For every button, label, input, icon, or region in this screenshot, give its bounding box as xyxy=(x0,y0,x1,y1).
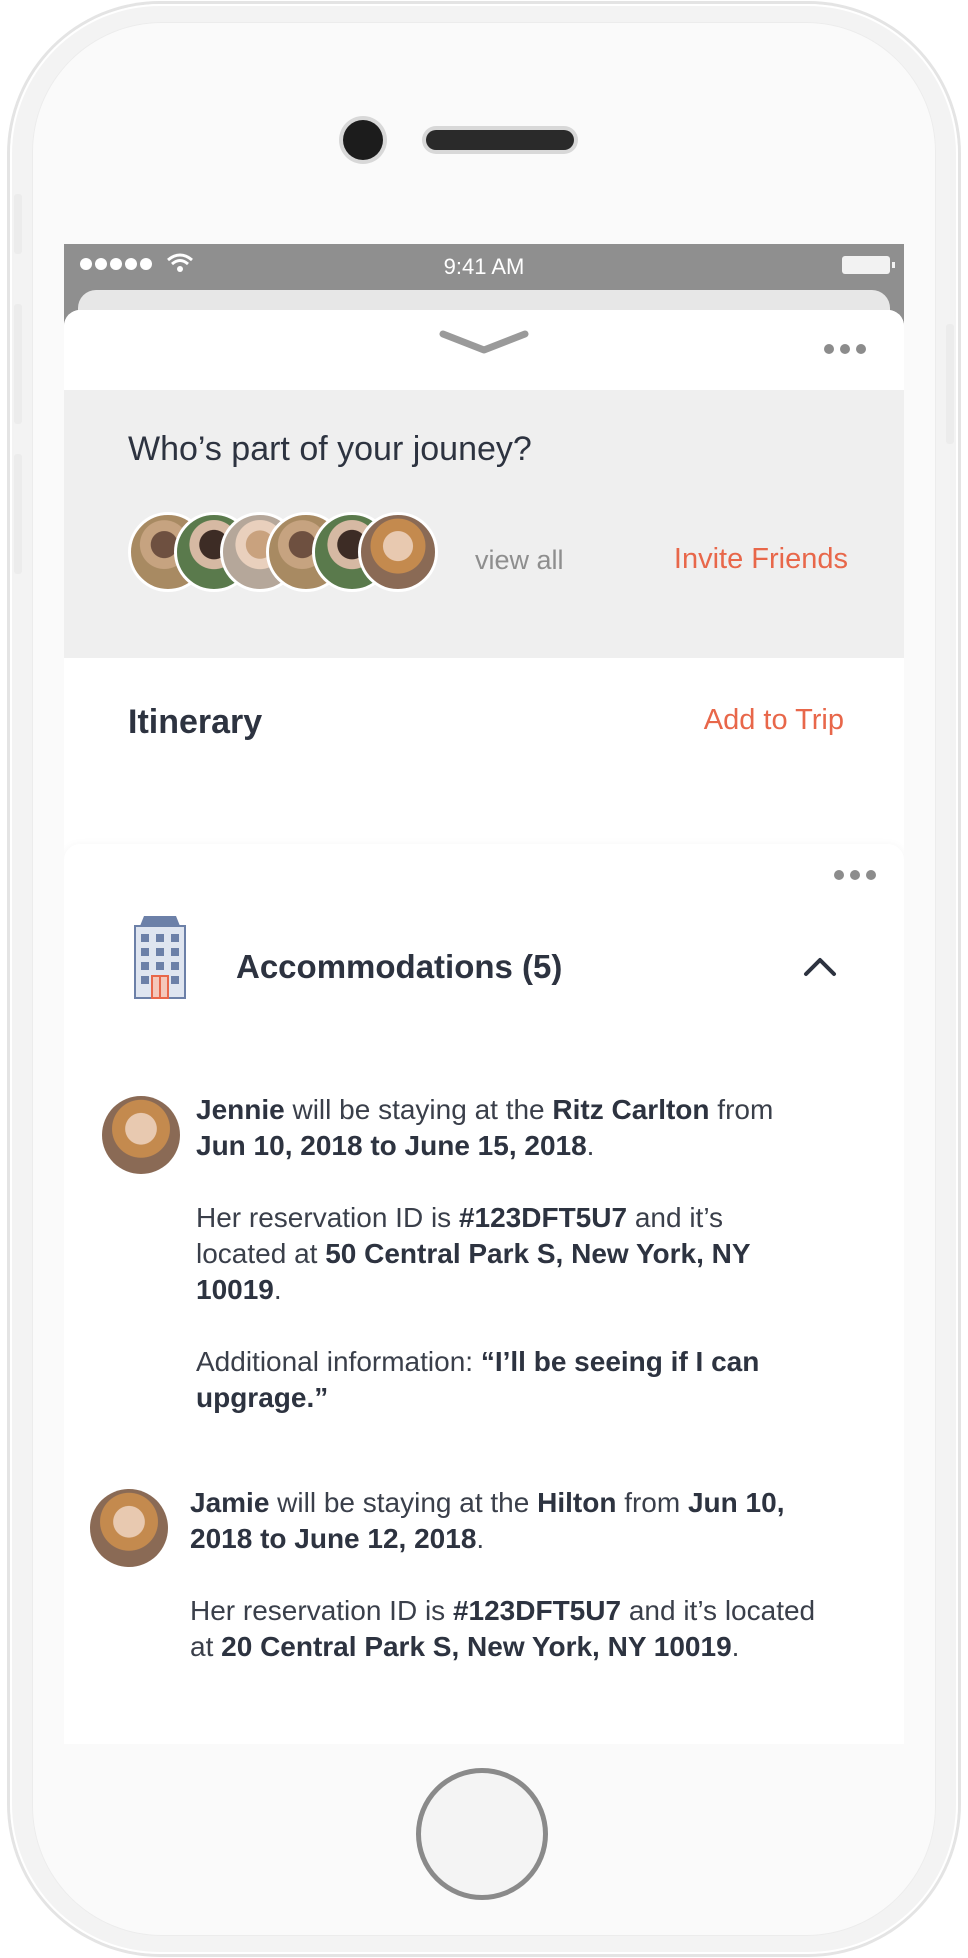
accommodation-entry: Jamie will be staying at the Hilton from… xyxy=(190,1487,816,1662)
avatar[interactable] xyxy=(90,1489,168,1567)
friends-panel: Who’s part of your jouney? view all Invi… xyxy=(64,390,904,658)
avatar xyxy=(358,512,438,592)
itinerary-title: Itinerary xyxy=(128,703,263,741)
battery-icon xyxy=(842,256,895,274)
friends-title: Who’s part of your jouney? xyxy=(128,430,532,468)
front-camera xyxy=(343,120,383,160)
view-all-link[interactable]: view all xyxy=(475,545,564,576)
trip-sheet: Who’s part of your jouney? view all Invi… xyxy=(64,310,904,1744)
avatar[interactable] xyxy=(102,1096,180,1174)
friends-avatar-stack[interactable] xyxy=(128,512,448,596)
add-to-trip-button[interactable]: Add to Trip xyxy=(704,704,844,737)
power-button xyxy=(946,324,954,444)
chevron-up-icon[interactable] xyxy=(802,954,838,978)
accommodation-entry: Jennie will be staying at the Ritz Carlt… xyxy=(196,1094,774,1413)
accommodations-card: Accommodations (5) Jennie will be stayin… xyxy=(64,844,904,1744)
itinerary-header: Itinerary Add to Trip xyxy=(64,658,904,778)
chevron-down-icon[interactable] xyxy=(439,328,529,358)
invite-friends-button[interactable]: Invite Friends xyxy=(674,543,848,576)
hotel-building-icon xyxy=(134,916,186,999)
accommodations-title[interactable]: Accommodations (5) xyxy=(236,948,562,986)
volume-up-button xyxy=(14,304,22,424)
volume-down-button xyxy=(14,454,22,574)
sheet-header xyxy=(64,310,904,390)
more-options-icon[interactable] xyxy=(824,344,866,354)
mute-switch xyxy=(14,194,22,254)
status-bar: 9:41 AM xyxy=(64,244,904,290)
more-options-icon[interactable] xyxy=(834,870,876,880)
home-button[interactable] xyxy=(416,1768,548,1900)
status-time: 9:41 AM xyxy=(443,254,525,279)
earpiece-speaker xyxy=(426,130,574,150)
app-screen: 9:41 AM Who’s part of your jouney? view … xyxy=(64,244,904,1744)
